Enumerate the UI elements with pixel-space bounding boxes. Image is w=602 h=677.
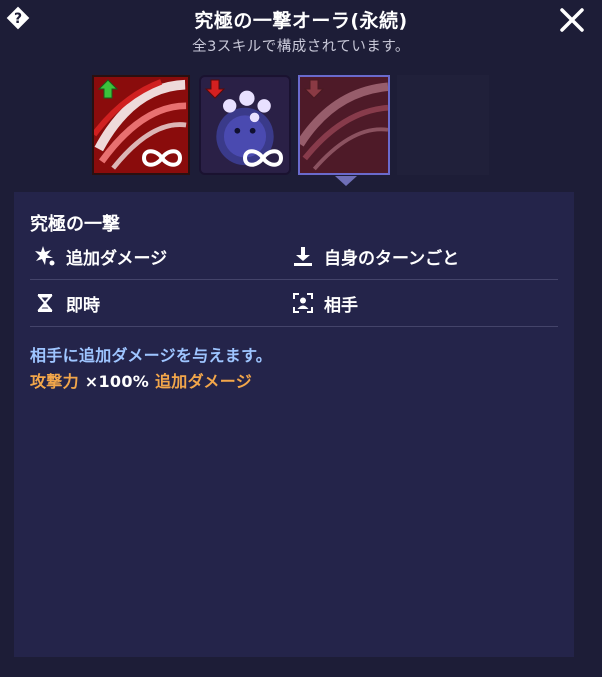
effect-multiplier: ×100% — [84, 372, 150, 391]
buff-up-arrow-icon — [98, 79, 118, 99]
attribute-row-1: 追加ダメージ 自身のターンごと — [30, 233, 558, 280]
selection-pointer — [335, 176, 357, 186]
attribute-timing: 自身のターンごと — [292, 233, 459, 279]
dialog-subtitle: 全3スキルで構成されています。 — [192, 39, 410, 55]
skill-icon-purple-blob[interactable] — [199, 75, 291, 175]
attribute-type: 追加ダメージ — [34, 233, 167, 279]
infinity-icon — [141, 149, 183, 167]
close-x-icon — [560, 8, 584, 32]
skill-icons-row — [92, 75, 492, 175]
attribute-target: 相手 — [292, 280, 358, 326]
hourglass-icon — [37, 294, 53, 312]
skill-detail-panel: 究極の一撃 追加ダメージ 自身のターンごと 即時 相手 相手に追加ダメージを与え… — [14, 192, 574, 657]
skill-icon-empty-slot — [397, 75, 489, 175]
download-tray-icon — [294, 247, 312, 266]
attribute-type-label: 追加ダメージ — [66, 248, 168, 269]
close-button[interactable] — [558, 6, 586, 34]
attribute-duration-label: 即時 — [66, 295, 100, 316]
skill-icon-red-slash-selected[interactable] — [298, 75, 390, 175]
skill-description: 相手に追加ダメージを与えます。 — [30, 346, 273, 365]
attribute-target-label: 相手 — [324, 295, 358, 316]
debuff-down-arrow-icon — [205, 79, 225, 99]
debuff-down-arrow-icon — [304, 79, 324, 99]
attribute-row-2: 即時 相手 — [30, 280, 558, 327]
attribute-duration: 即時 — [34, 280, 100, 326]
effect-stat: 攻撃力 — [30, 372, 79, 391]
skill-effect-line: 攻撃力 ×100% 追加ダメージ — [30, 368, 252, 392]
infinity-icon — [242, 149, 284, 167]
dialog-title: 究極の一撃オーラ(永続) — [194, 10, 408, 32]
sparkle-burst-icon — [35, 246, 55, 266]
skill-icon-red-slash[interactable] — [92, 75, 190, 175]
effect-kind: 追加ダメージ — [155, 372, 253, 391]
attribute-timing-label: 自身のターンごと — [324, 248, 460, 269]
target-person-icon — [293, 293, 313, 313]
